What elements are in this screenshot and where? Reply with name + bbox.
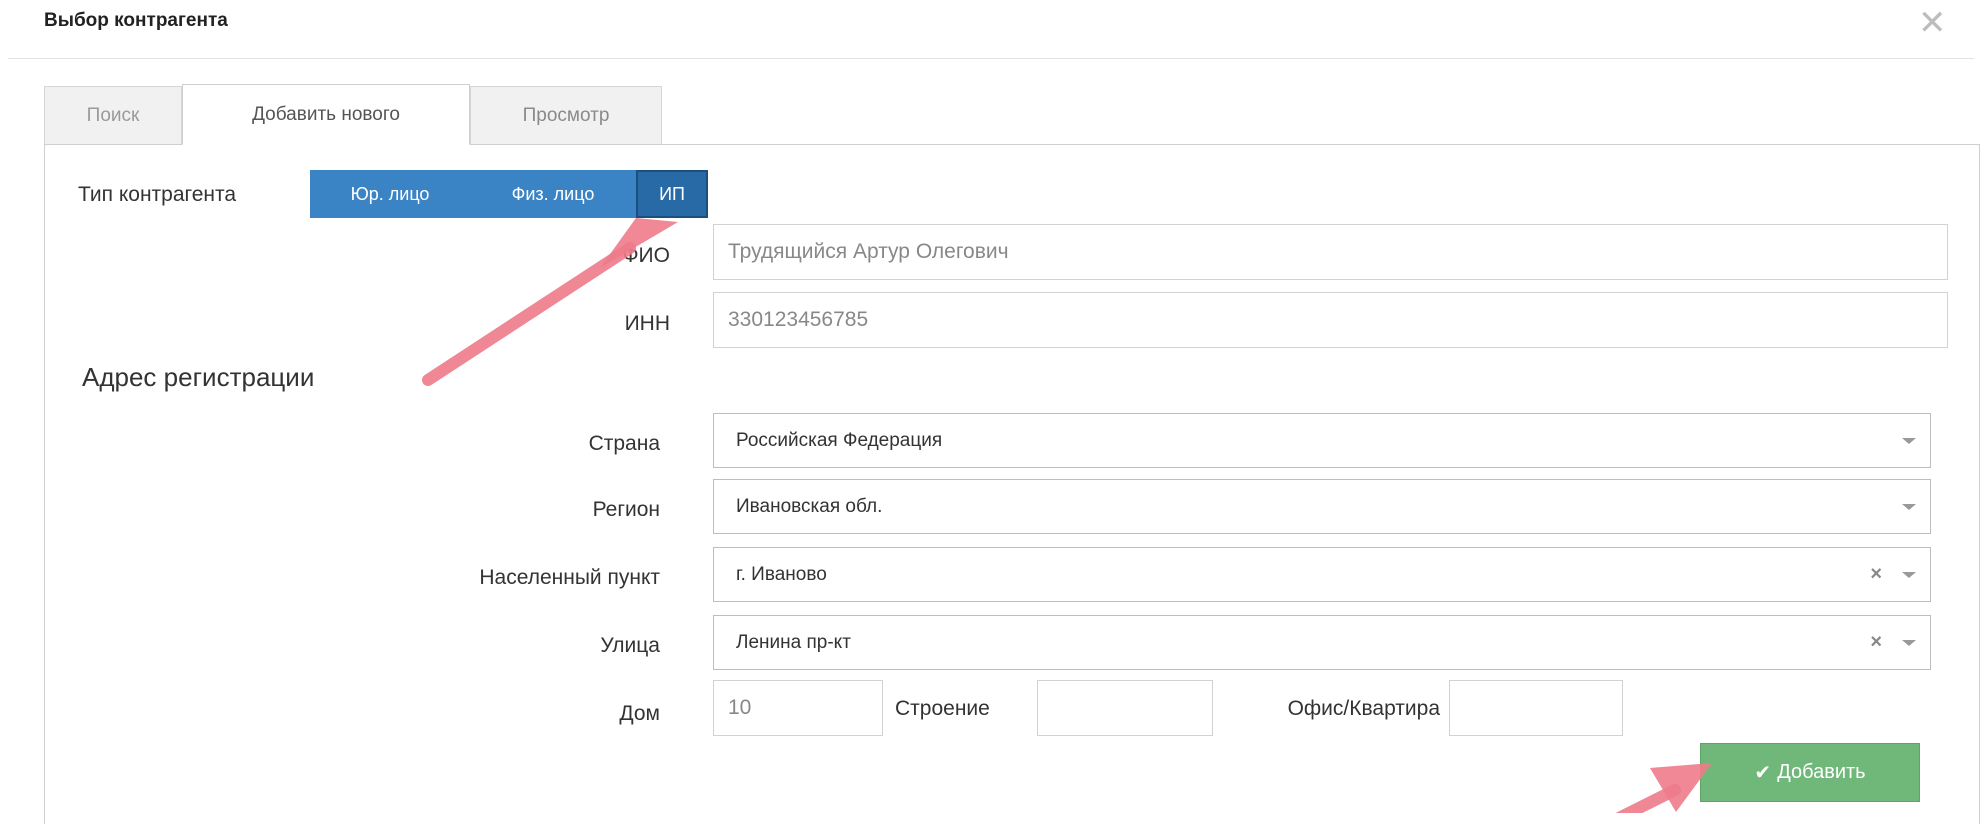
add-button-label: Добавить	[1777, 761, 1866, 783]
locality-value: г. Иваново	[736, 563, 827, 585]
dialog-title: Выбор контрагента	[44, 10, 228, 31]
address-section-title: Адрес регистрации	[82, 362, 315, 392]
house-label: Дом	[619, 702, 660, 725]
type-option-individual[interactable]: Физ. лицо	[470, 170, 636, 218]
fio-label: ФИО	[622, 244, 670, 267]
tab-view[interactable]: Просмотр	[470, 86, 662, 145]
street-select[interactable]: Ленина пр-кт ×	[713, 615, 1931, 670]
check-icon: ✔	[1754, 762, 1772, 784]
locality-select[interactable]: г. Иваново ×	[713, 547, 1931, 602]
tab-add-new[interactable]: Добавить нового	[182, 84, 470, 145]
inn-label: ИНН	[624, 312, 670, 335]
chevron-down-icon[interactable]	[1902, 571, 1916, 578]
house-input[interactable]: 10	[713, 680, 883, 736]
header-divider	[8, 58, 1974, 59]
region-select[interactable]: Ивановская обл.	[713, 479, 1931, 534]
type-option-sole-proprietor[interactable]: ИП	[636, 170, 708, 218]
fio-input[interactable]: Трудящийся Артур Олегович	[713, 224, 1948, 280]
clear-icon[interactable]: ×	[1870, 631, 1882, 654]
building-input[interactable]	[1037, 680, 1213, 736]
region-label: Регион	[592, 498, 660, 521]
building-label: Строение	[895, 697, 990, 720]
country-value: Российская Федерация	[736, 429, 943, 451]
close-icon[interactable]: ✕	[1918, 6, 1947, 40]
type-option-legal-entity[interactable]: Юр. лицо	[310, 170, 470, 218]
clear-icon[interactable]: ×	[1870, 563, 1882, 586]
country-select[interactable]: Российская Федерация	[713, 413, 1931, 468]
chevron-down-icon[interactable]	[1902, 639, 1916, 646]
chevron-down-icon[interactable]	[1902, 437, 1916, 444]
inn-input[interactable]: 330123456785	[713, 292, 1948, 348]
contractor-type-label: Тип контрагента	[78, 183, 237, 206]
office-input[interactable]	[1449, 680, 1623, 736]
locality-label: Населенный пункт	[479, 566, 660, 589]
street-value: Ленина пр-кт	[736, 631, 851, 653]
add-button[interactable]: ✔ Добавить	[1700, 743, 1920, 802]
office-label: Офис/Квартира	[1287, 697, 1440, 720]
tab-search[interactable]: Поиск	[44, 86, 182, 145]
region-value: Ивановская обл.	[736, 495, 883, 517]
chevron-down-icon[interactable]	[1902, 503, 1916, 510]
street-label: Улица	[600, 634, 660, 657]
country-label: Страна	[588, 432, 660, 455]
